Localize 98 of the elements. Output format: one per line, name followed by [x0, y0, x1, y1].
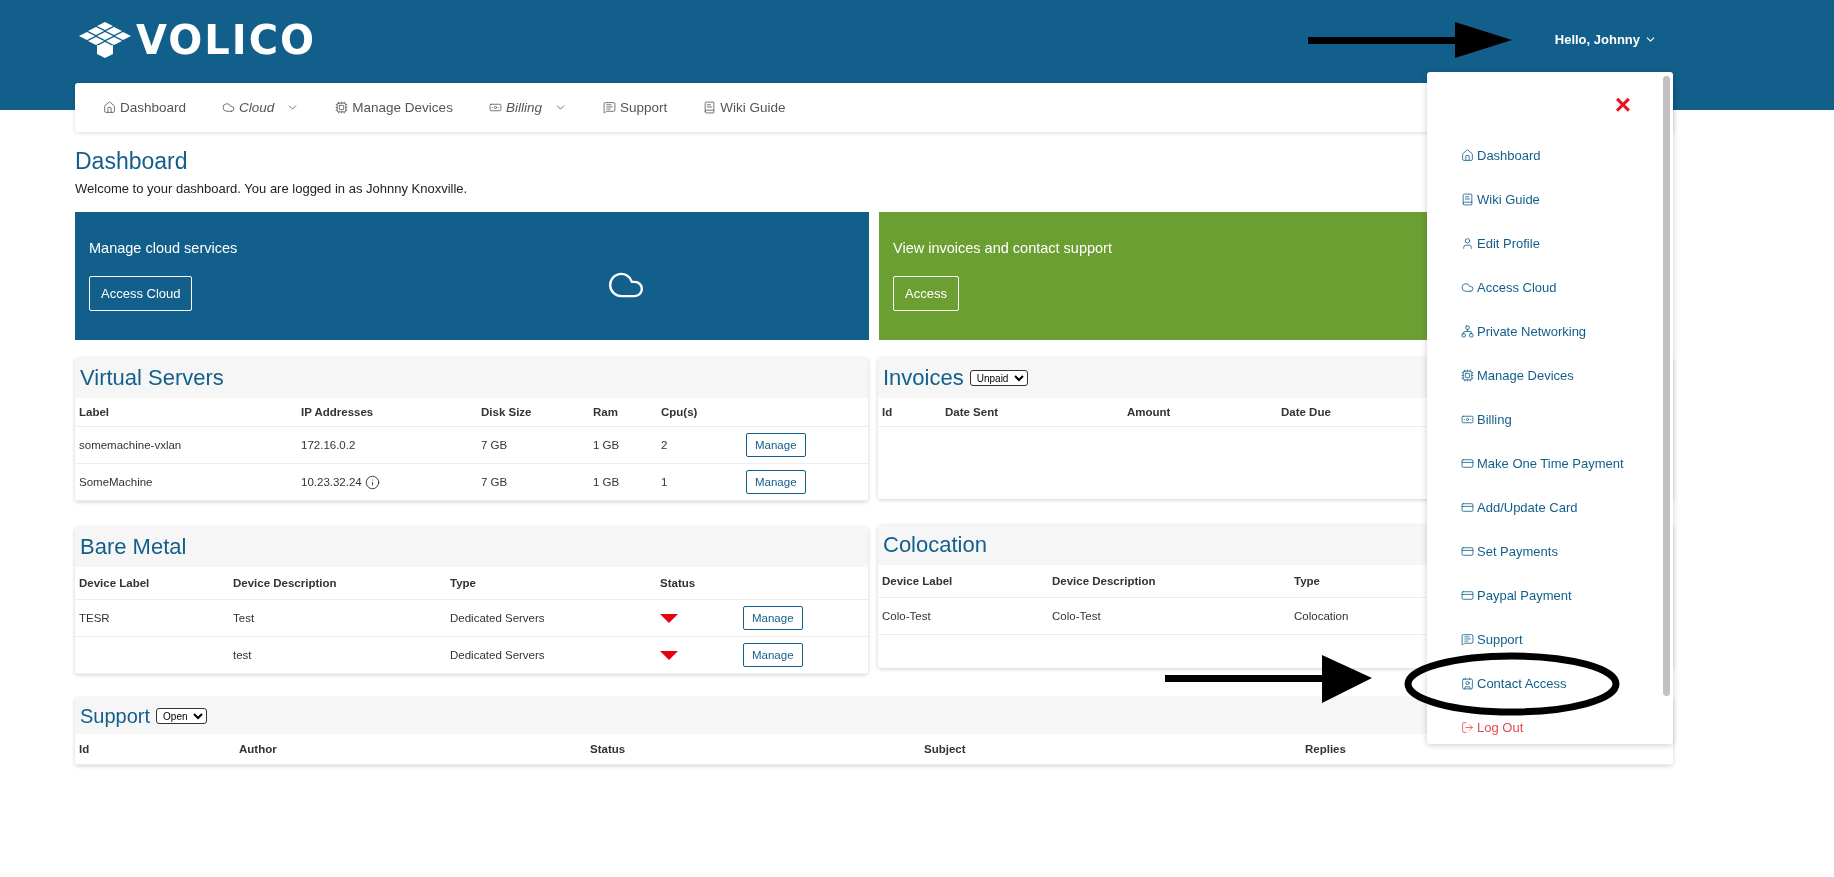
menu-item[interactable]: Make One Time Payment [1461, 441, 1673, 485]
menu-item[interactable]: Paypal Payment [1461, 573, 1673, 617]
card-icon [1461, 544, 1474, 558]
column-header: Label [79, 406, 110, 418]
table-cell: SomeMachine [79, 476, 153, 488]
column-header: Amount [1127, 406, 1171, 418]
message-icon [602, 101, 616, 114]
nav-link[interactable]: Wiki Guide [703, 100, 786, 115]
column-header: Ram [593, 406, 618, 418]
close-button[interactable]: × [1614, 94, 1631, 116]
table-cell: Colo-Test [1052, 610, 1101, 622]
table-cell: 1 [661, 476, 668, 488]
menu-item[interactable]: Private Networking [1461, 309, 1673, 353]
book-icon [703, 101, 717, 114]
table-cell: somemachine-vxlan [79, 439, 182, 451]
column-header: Date Sent [945, 406, 999, 418]
menu-item[interactable]: Access Cloud [1461, 265, 1673, 309]
column-header: IP Addresses [301, 406, 374, 418]
table-cell: Dedicated Servers [450, 649, 545, 661]
menu-item[interactable]: Dashboard [1461, 133, 1673, 177]
panel-title: Bare Metal [80, 534, 187, 560]
table-cell: Colocation [1294, 610, 1349, 622]
column-header: Author [239, 743, 277, 755]
panel-title: Invoices [883, 365, 964, 391]
manage-button[interactable]: Manage [746, 433, 806, 457]
info-icon [364, 474, 380, 490]
chip-icon [335, 101, 349, 114]
column-header: Device Description [233, 577, 337, 589]
cloud-icon [1461, 280, 1474, 294]
menu-item[interactable]: Edit Profile [1461, 221, 1673, 265]
nav-link[interactable]: Manage Devices [335, 100, 453, 115]
home-icon [103, 101, 116, 114]
status-select[interactable]: Open [156, 708, 208, 724]
column-header: Type [1294, 575, 1320, 587]
message-icon [1461, 632, 1474, 646]
column-header: Date Due [1281, 406, 1331, 418]
table-cell: 172.16.0.2 [301, 439, 356, 451]
column-header: Status [660, 577, 696, 589]
nav-link[interactable]: Billing [488, 100, 567, 115]
welcome-text: Welcome to your dashboard. You are logged in as Johnny Knoxville. [75, 181, 469, 196]
column-header: Id [882, 406, 893, 418]
column-header: Status [590, 743, 626, 755]
menu-item[interactable]: Support [1461, 617, 1673, 661]
logo-wordmark: VOLICO [136, 18, 316, 62]
table-cell: test [233, 649, 252, 661]
column-header: Id [79, 743, 90, 755]
column-header: Disk Size [481, 406, 532, 418]
home-icon [1461, 148, 1474, 162]
user-icon [1461, 236, 1474, 250]
nav-link[interactable]: Cloud [222, 100, 300, 115]
column-header: Device Label [882, 575, 953, 587]
table-cell: 1 GB [593, 439, 620, 451]
user-menu-button[interactable]: Hello, Johnny [1554, 32, 1657, 47]
panel-title: Virtual Servers [80, 365, 224, 391]
page-title: Dashboard [75, 148, 188, 175]
logout-icon [1461, 720, 1474, 734]
menu-item[interactable]: Manage Devices [1461, 353, 1673, 397]
card-icon [1461, 500, 1474, 514]
access-button[interactable]: Access Cloud [89, 276, 193, 311]
manage-button[interactable]: Manage [746, 470, 806, 494]
card-icon [1461, 588, 1474, 602]
column-header: Subject [924, 743, 966, 755]
card-title: View invoices and contact support [893, 240, 1112, 256]
menu-item[interactable]: Log Out [1461, 705, 1673, 744]
table-cell: 10.23.32.24 [301, 474, 380, 490]
table-cell: 2 [661, 439, 668, 451]
menu-item[interactable]: Billing [1461, 397, 1673, 441]
manage-button[interactable]: Manage [743, 606, 803, 630]
status-select[interactable]: Unpaid [969, 370, 1028, 386]
table-cell: Dedicated Servers [450, 612, 545, 624]
card-icon [1461, 456, 1474, 470]
menu-item[interactable]: Set Payments [1461, 529, 1673, 573]
table-cell: Colo-Test [882, 610, 931, 622]
network-icon [1461, 324, 1474, 338]
table-cell: 7 GB [481, 476, 508, 488]
column-header: Device Description [1052, 575, 1156, 587]
column-header: Device Label [79, 577, 150, 589]
table-cell: Test [233, 612, 255, 624]
card-title: Manage cloud services [89, 240, 238, 256]
book-icon [1461, 192, 1474, 206]
nav-link[interactable]: Dashboard [103, 100, 187, 115]
cloud-icon [222, 101, 236, 114]
table-cell: TESR [79, 612, 110, 624]
manage-button[interactable]: Manage [743, 643, 803, 667]
table-cell: 1 GB [593, 476, 620, 488]
panel-title: Colocation [883, 532, 987, 558]
menu-item[interactable]: Add/Update Card [1461, 485, 1673, 529]
column-header: Replies [1305, 743, 1346, 755]
menu-item[interactable]: Wiki Guide [1461, 177, 1673, 221]
column-header: Type [450, 577, 476, 589]
panel-title: Support [80, 704, 151, 728]
chip-icon [1461, 368, 1474, 382]
table-cell: 7 GB [481, 439, 508, 451]
menu-item[interactable]: Contact Access [1461, 661, 1673, 705]
column-header: Cpu(s) [661, 406, 698, 418]
nav-link[interactable]: Support [602, 100, 668, 115]
banknote-icon [488, 101, 502, 114]
contact-card-icon [1461, 676, 1474, 690]
